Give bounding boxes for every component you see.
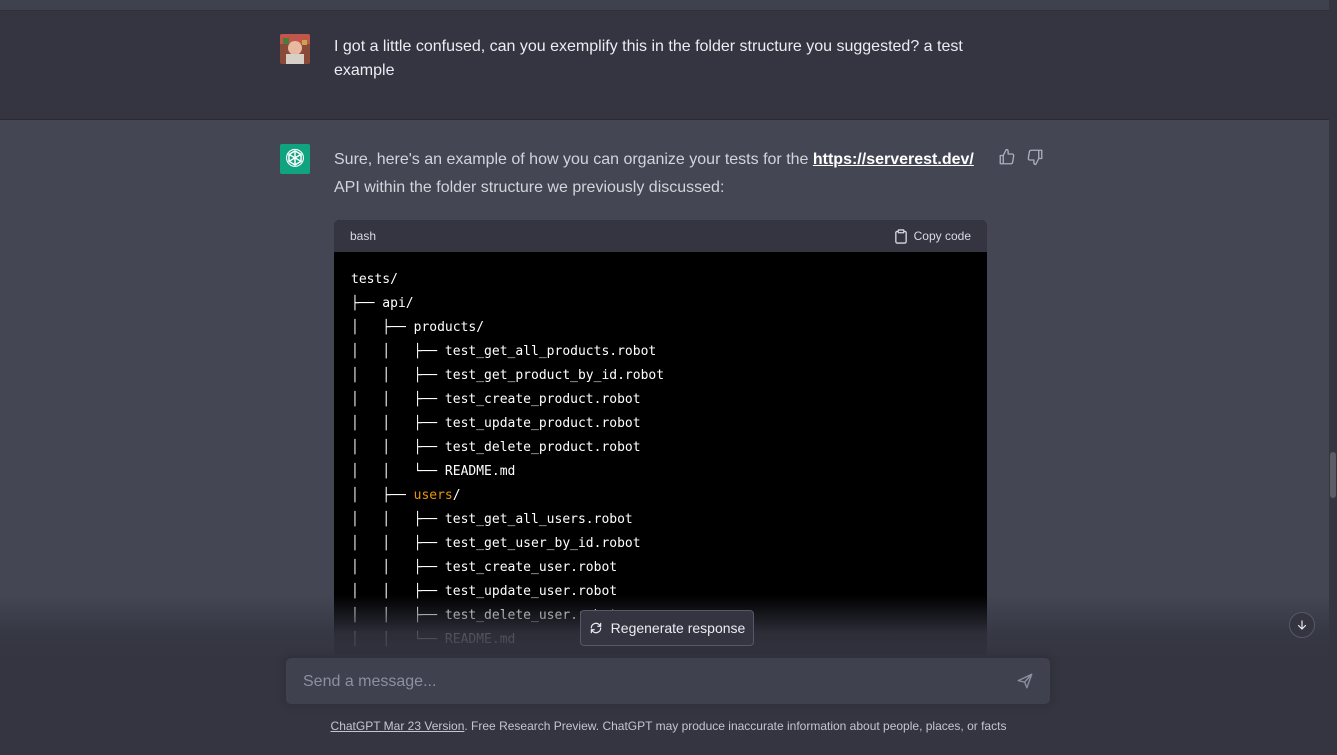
code-line: │ │ ├── test_create_product.robot: [351, 388, 970, 412]
code-text: /: [452, 488, 461, 503]
user-message-row: I got a little confused, can you exempli…: [0, 11, 1329, 120]
code-line: │ │ ├── test_get_all_products.robot: [351, 340, 970, 364]
serverest-link[interactable]: https://serverest.dev/: [813, 151, 974, 168]
footer-disclaimer: ChatGPT Mar 23 Version. Free Research Pr…: [0, 719, 1337, 733]
user-avatar: [280, 34, 310, 64]
code-block: bash Copy code tests/ ├── api/ │ ├── produ…: [334, 220, 987, 660]
send-icon: [1017, 673, 1033, 689]
scrollbar-thumb[interactable]: [1330, 452, 1336, 498]
code-line: │ ├── products/: [351, 316, 970, 340]
code-content: tests/ ├── api/ │ ├── products/ │ │ ├── tes…: [334, 252, 987, 660]
feedback-buttons: [998, 148, 1044, 166]
refresh-icon: [590, 622, 601, 634]
code-line: │ │ ├── test_update_product.robot: [351, 412, 970, 436]
regenerate-label: Regenerate response: [610, 620, 746, 636]
code-line: │ │ ├── test_get_user_by_id.robot: [351, 532, 970, 556]
code-line: │ │ └── README.md: [351, 460, 970, 484]
message-input[interactable]: [301, 668, 1005, 696]
user-avatar-image: [280, 34, 310, 64]
code-text: ├── api/: [351, 296, 414, 311]
code-text: │ │ ├── test_create_product.robot: [351, 392, 641, 407]
code-text: │ ├──: [351, 488, 414, 503]
openai-logo-icon: [286, 148, 304, 167]
code-language-label: bash: [350, 229, 377, 243]
previous-message-edge: [0, 0, 1329, 11]
code-text: │ │ ├── test_get_all_products.robot: [351, 344, 657, 359]
footer-text: . Free Research Preview. ChatGPT may pro…: [464, 719, 1007, 733]
code-text: │ │ ├── test_update_user.robot: [351, 584, 618, 599]
code-line: tests/: [351, 268, 970, 292]
code-text: │ │ ├── test_delete_user.robot: [351, 608, 618, 623]
code-text: │ │ └── README.md: [351, 632, 516, 647]
code-highlight: users: [413, 488, 453, 503]
code-text: │ ├── products/: [351, 320, 485, 335]
copy-code-button[interactable]: Copy code: [894, 228, 971, 244]
regenerate-response-button[interactable]: Regenerate response: [580, 610, 754, 646]
assistant-message-row: Sure, here's an example of how you can o…: [0, 120, 1329, 660]
intro-text-after-link: API within the folder structure we previ…: [334, 179, 725, 196]
code-line: │ │ ├── test_get_product_by_id.robot: [351, 364, 970, 388]
code-line: ├── api/: [351, 292, 970, 316]
thumbs-up-icon: [999, 148, 1015, 165]
intro-text-before-link: Sure, here's an example of how you can o…: [334, 151, 813, 168]
version-link[interactable]: ChatGPT Mar 23 Version: [331, 719, 465, 733]
thumbs-down-button[interactable]: [1026, 148, 1044, 166]
code-line: │ │ ├── test_get_all_users.robot: [351, 508, 970, 532]
code-text: │ │ ├── test_update_product.robot: [351, 416, 641, 431]
code-line: │ │ ├── test_update_user.robot: [351, 580, 970, 604]
code-line: │ │ ├── test_delete_product.robot: [351, 436, 970, 460]
thumbs-down-icon: [1027, 149, 1043, 166]
user-message-text: I got a little confused, can you exempli…: [334, 38, 963, 79]
arrow-down-icon: [1297, 620, 1307, 630]
send-button[interactable]: [1016, 672, 1036, 692]
code-text: tests/: [351, 272, 398, 287]
copy-code-label: Copy code: [913, 229, 971, 243]
scroll-to-bottom-button[interactable]: [1289, 612, 1315, 638]
assistant-avatar: [280, 144, 310, 174]
page-scrollbar[interactable]: [1329, 0, 1337, 755]
code-text: │ │ ├── test_delete_product.robot: [351, 440, 641, 455]
code-line: │ ├── users/: [351, 484, 970, 508]
message-composer: [285, 657, 1051, 705]
code-text: │ │ ├── test_create_user.robot: [351, 560, 618, 575]
code-text: │ │ ├── test_get_product_by_id.robot: [351, 368, 665, 383]
clipboard-icon: [894, 228, 907, 244]
code-text: │ │ ├── test_get_user_by_id.robot: [351, 536, 641, 551]
thumbs-up-button[interactable]: [998, 148, 1016, 166]
assistant-intro-text: Sure, here's an example of how you can o…: [334, 146, 984, 202]
code-text: │ │ ├── test_get_all_users.robot: [351, 512, 633, 527]
code-block-header: bash Copy code: [334, 220, 987, 252]
code-line: │ │ ├── test_create_user.robot: [351, 556, 970, 580]
code-text: │ │ └── README.md: [351, 464, 516, 479]
